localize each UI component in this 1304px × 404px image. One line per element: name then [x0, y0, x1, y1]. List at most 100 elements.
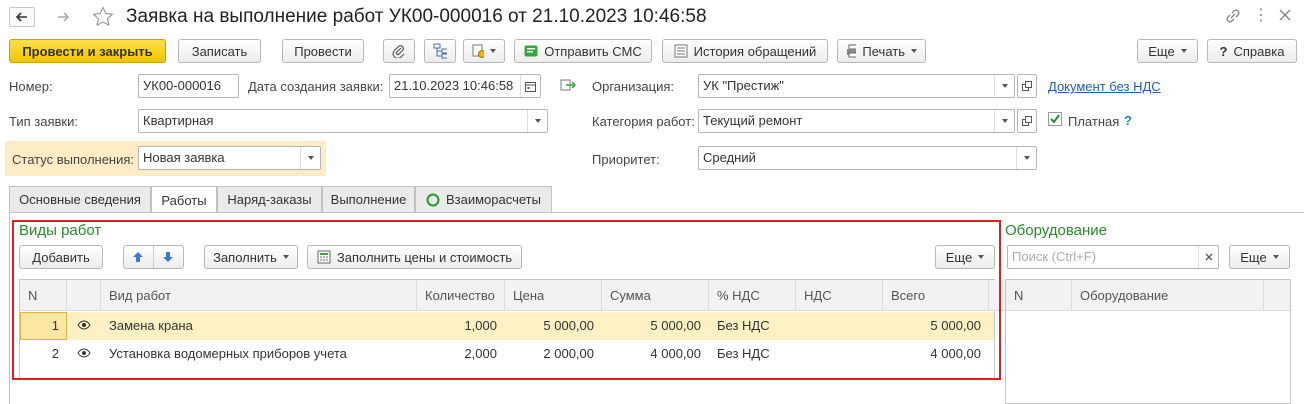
circle-status-icon: [426, 193, 440, 206]
priority-dropdown[interactable]: [1016, 147, 1036, 169]
equipment-more-label: Еще: [1240, 249, 1267, 265]
arrow-left-icon: [16, 12, 27, 22]
equipment-section-title: Оборудование: [1005, 222, 1108, 239]
organization-open-button[interactable]: [1017, 74, 1037, 98]
chevron-down-icon: [307, 156, 314, 160]
highlight-frame: [12, 220, 1001, 380]
calendar-icon: [525, 81, 536, 92]
sms-icon: [524, 45, 538, 57]
send-sms-button[interactable]: Отправить СМС: [514, 39, 652, 63]
equipment-table: N Оборудование: [1005, 279, 1291, 404]
chevron-down-icon: [1023, 156, 1030, 160]
status-field[interactable]: Новая заявка: [138, 146, 321, 170]
calendar-button[interactable]: [520, 75, 540, 97]
chevron-down-icon: [534, 119, 541, 123]
priority-field[interactable]: Средний: [698, 146, 1037, 170]
tab-execution[interactable]: Выполнение: [322, 186, 415, 212]
priority-label: Приоритет:: [592, 152, 660, 167]
open-icon: [1022, 81, 1032, 91]
created-date-value: 21.10.2023 10:46:58: [394, 78, 514, 93]
no-vat-document-link[interactable]: Документ без НДС: [1048, 79, 1161, 94]
more-label: Еще: [1148, 43, 1175, 59]
tab-main-info[interactable]: Основные сведения: [9, 186, 151, 212]
clear-search-button[interactable]: [1198, 246, 1218, 268]
hierarchy-icon: [433, 43, 447, 59]
open-icon: [1022, 116, 1032, 126]
request-type-dropdown[interactable]: [527, 110, 547, 132]
chevron-down-icon: [911, 49, 917, 53]
chevron-down-icon: [1272, 255, 1279, 259]
question-icon: ?: [1219, 43, 1228, 59]
window-title: Заявка на выполнение работ УК00-000016 о…: [126, 6, 707, 27]
back-button[interactable]: [9, 7, 35, 27]
paperclip-icon: [392, 45, 405, 58]
number-field[interactable]: УК00-000016: [138, 74, 239, 98]
paid-checkbox[interactable]: [1048, 112, 1062, 126]
organization-label: Организация:: [592, 79, 675, 94]
request-type-label: Тип заявки:: [9, 114, 78, 129]
history-label: История обращений: [693, 43, 817, 59]
arrow-right-icon: [58, 12, 69, 22]
tab-settlements-label: Взаиморасчеты: [446, 192, 541, 207]
print-button[interactable]: Печать: [837, 39, 926, 63]
close-icon[interactable]: [1279, 9, 1291, 24]
help-label: Справка: [1233, 43, 1285, 59]
list-icon: [674, 44, 688, 58]
link-icon[interactable]: [1225, 8, 1241, 27]
history-button[interactable]: История обращений: [662, 39, 828, 63]
priority-value: Средний: [703, 150, 756, 165]
send-sms-label: Отправить СМС: [544, 43, 642, 59]
work-category-label: Категория работ:: [592, 114, 695, 129]
organization-field[interactable]: УК "Престиж": [698, 74, 1015, 98]
work-category-field[interactable]: Текущий ремонт: [698, 109, 1015, 133]
forward-button[interactable]: [50, 7, 76, 27]
request-type-value: Квартирная: [143, 113, 214, 128]
work-category-open-button[interactable]: [1017, 109, 1037, 133]
organization-dropdown[interactable]: [994, 75, 1014, 97]
chevron-down-icon: [1001, 119, 1008, 123]
work-category-dropdown[interactable]: [994, 110, 1014, 132]
tab-panel-border: [9, 212, 10, 404]
structure-button[interactable]: [424, 39, 456, 63]
attach-button[interactable]: [383, 39, 415, 63]
checkmark-icon: [1050, 114, 1060, 124]
favorite-star-icon[interactable]: [92, 6, 114, 30]
document-clock-icon: [472, 44, 484, 58]
paid-label: Платная: [1068, 114, 1120, 129]
tabs-divider: [9, 212, 1304, 213]
tab-works[interactable]: Работы: [151, 186, 217, 213]
help-button[interactable]: ? Справка: [1207, 39, 1297, 63]
paid-help-icon[interactable]: ?: [1124, 113, 1132, 128]
post-and-close-button[interactable]: Провести и закрыть: [9, 39, 166, 63]
more-menu-icon[interactable]: ⋮: [1253, 5, 1269, 25]
print-label: Печать: [862, 43, 905, 59]
equipment-search-input[interactable]: Поиск (Ctrl+F): [1007, 245, 1219, 269]
created-date-label: Дата создания заявки:: [248, 79, 384, 94]
equipment-more-button[interactable]: Еще: [1229, 245, 1290, 269]
tab-settlements[interactable]: Взаиморасчеты: [415, 186, 552, 212]
equipment-search-placeholder: Поиск (Ctrl+F): [1012, 249, 1097, 264]
chevron-down-icon: [1001, 84, 1008, 88]
column-header-equipment[interactable]: Оборудование: [1072, 280, 1264, 311]
title-bar: Заявка на выполнение работ УК00-000016 о…: [0, 0, 1304, 34]
number-label: Номер:: [9, 79, 53, 94]
created-date-field[interactable]: 21.10.2023 10:46:58: [389, 74, 541, 98]
more-button[interactable]: Еще: [1137, 39, 1198, 63]
column-header-n[interactable]: N: [1006, 280, 1072, 311]
work-category-value: Текущий ремонт: [703, 113, 803, 128]
organization-value: УК "Престиж": [703, 78, 784, 93]
tab-work-orders[interactable]: Наряд-заказы: [217, 186, 322, 212]
column-header-filler: [1264, 280, 1290, 311]
chevron-down-icon: [490, 49, 496, 53]
status-label: Статус выполнения:: [12, 152, 135, 167]
request-type-field[interactable]: Квартирная: [138, 109, 548, 133]
document-arrow-icon[interactable]: [560, 78, 577, 95]
status-value: Новая заявка: [143, 150, 225, 165]
chevron-down-icon: [1180, 49, 1187, 53]
post-button[interactable]: Провести: [282, 39, 364, 63]
clear-icon: [1205, 253, 1212, 261]
status-dropdown[interactable]: [300, 147, 320, 169]
create-based-on-button[interactable]: [463, 39, 505, 63]
printer-icon: [847, 44, 857, 58]
write-button[interactable]: Записать: [178, 39, 261, 63]
